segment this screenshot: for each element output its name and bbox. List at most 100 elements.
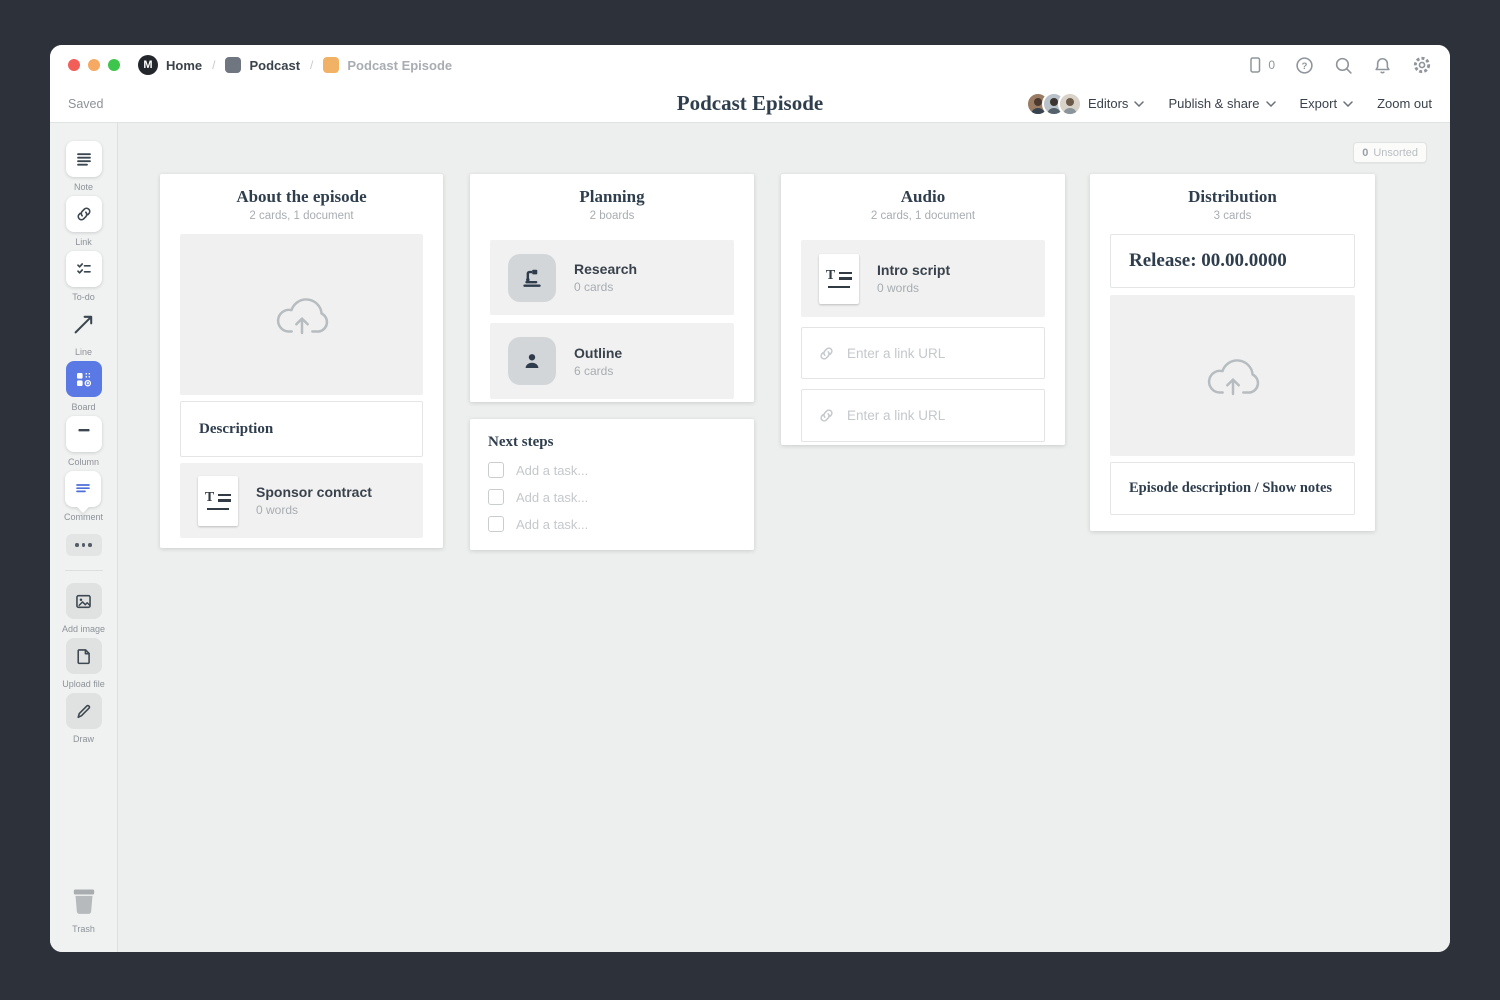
- editors-label: Editors: [1088, 96, 1128, 111]
- link-url-input[interactable]: [847, 408, 1028, 423]
- editors-menu[interactable]: Editors: [1026, 92, 1144, 116]
- unsorted-label: Unsorted: [1373, 147, 1418, 159]
- board-title: About the episode: [160, 187, 443, 207]
- tool-comment-label: Comment: [64, 512, 103, 522]
- tool-note[interactable]: Note: [66, 141, 102, 192]
- tool-todo[interactable]: To-do: [66, 251, 102, 302]
- gear-icon: [1412, 55, 1432, 75]
- breadcrumb-home[interactable]: M Home: [138, 55, 202, 75]
- publish-share-menu[interactable]: Publish & share: [1168, 96, 1275, 111]
- more-tools-button[interactable]: [66, 534, 102, 556]
- tool-column[interactable]: Column: [66, 416, 102, 467]
- tool-upload-file-label: Upload file: [62, 679, 105, 689]
- board-audio[interactable]: Audio 2 cards, 1 document T Intro script…: [781, 174, 1065, 445]
- zoom-out-label: Zoom out: [1377, 96, 1432, 111]
- cloud-upload-icon: [269, 290, 335, 340]
- chevron-down-icon: [1134, 101, 1144, 107]
- task-row[interactable]: Add a task...: [488, 489, 736, 505]
- task-checkbox[interactable]: [488, 489, 504, 505]
- image-upload-placeholder[interactable]: [1110, 295, 1355, 456]
- subboard-research[interactable]: Research 0 cards: [490, 240, 734, 315]
- board-title: Audio: [781, 187, 1065, 207]
- task-checkbox[interactable]: [488, 462, 504, 478]
- breadcrumb-home-label: Home: [166, 58, 202, 73]
- document-card-sponsor-contract[interactable]: T Sponsor contract 0 words: [180, 463, 423, 538]
- notifications-button[interactable]: [1373, 56, 1392, 75]
- tool-link[interactable]: Link: [66, 196, 102, 247]
- note-card-description[interactable]: Description: [180, 401, 423, 457]
- link-icon: [75, 205, 93, 223]
- task-row[interactable]: Add a task...: [488, 516, 736, 532]
- unsorted-badge[interactable]: 0 Unsorted: [1353, 142, 1427, 163]
- subboard-title: Research: [574, 261, 637, 277]
- breadcrumb-parent[interactable]: Podcast: [225, 57, 300, 73]
- tool-draw[interactable]: Draw: [66, 693, 102, 744]
- pencil-draw-icon: [74, 702, 93, 721]
- note-card-release-date[interactable]: Release: 00.00.0000: [1110, 234, 1355, 288]
- board-planning[interactable]: Planning 2 boards Research 0: [470, 174, 754, 402]
- tool-link-label: Link: [75, 237, 92, 247]
- mobile-icon: [1246, 56, 1264, 74]
- settings-button[interactable]: [1412, 55, 1432, 75]
- add-image-icon: [74, 592, 93, 611]
- chevron-down-icon: [1343, 101, 1353, 107]
- task-row[interactable]: Add a task...: [488, 462, 736, 478]
- minimize-window-button[interactable]: [88, 59, 100, 71]
- note-icon: [75, 150, 93, 168]
- todo-icon: [75, 260, 93, 278]
- task-placeholder[interactable]: Add a task...: [516, 490, 588, 505]
- arrow-line-icon: [72, 312, 96, 336]
- task-checkbox[interactable]: [488, 516, 504, 532]
- subboard-outline[interactable]: Outline 6 cards: [490, 323, 734, 399]
- editor-avatars: [1026, 92, 1082, 116]
- board-title: Distribution: [1090, 187, 1375, 207]
- trash-dropzone[interactable]: Trash: [67, 883, 101, 934]
- tool-board-selected[interactable]: Board: [66, 361, 102, 412]
- todo-card-next-steps[interactable]: Next steps Add a task... Add a task... A…: [470, 419, 754, 550]
- zoom-window-button[interactable]: [108, 59, 120, 71]
- tool-comment[interactable]: Comment: [64, 471, 103, 522]
- tool-line[interactable]: Line: [66, 306, 102, 357]
- board-gray-icon: [225, 57, 241, 73]
- subboard-meta: 6 cards: [574, 364, 622, 378]
- breadcrumb-separator: /: [212, 58, 215, 72]
- document-meta: 0 words: [256, 503, 372, 517]
- export-label: Export: [1300, 96, 1338, 111]
- help-button[interactable]: ?: [1295, 56, 1314, 75]
- breadcrumb-current-label: Podcast Episode: [347, 58, 452, 73]
- document-icon: T: [198, 476, 238, 526]
- link-url-input-row[interactable]: [801, 327, 1045, 379]
- note-card-show-notes[interactable]: Episode description / Show notes: [1110, 462, 1355, 515]
- image-upload-placeholder[interactable]: [180, 234, 423, 395]
- column-icon: [75, 425, 93, 443]
- tool-upload-file[interactable]: Upload file: [62, 638, 105, 689]
- task-placeholder[interactable]: Add a task...: [516, 517, 588, 532]
- document-meta: 0 words: [877, 281, 950, 295]
- document-title: Sponsor contract: [256, 484, 372, 500]
- bell-icon: [1373, 56, 1392, 75]
- close-window-button[interactable]: [68, 59, 80, 71]
- task-placeholder[interactable]: Add a task...: [516, 463, 588, 478]
- window-controls[interactable]: [68, 59, 120, 71]
- avatar: [1058, 92, 1082, 116]
- search-icon: [1334, 56, 1353, 75]
- link-url-input-row[interactable]: [801, 389, 1045, 442]
- subboard-title: Outline: [574, 345, 622, 361]
- search-button[interactable]: [1334, 56, 1353, 75]
- board-icon: [74, 370, 93, 389]
- board-canvas[interactable]: 0 Unsorted About the episode 2 cards, 1 …: [118, 123, 1450, 952]
- header: M Home / Podcast / Podcast Episode 0: [50, 45, 1450, 123]
- toolbar: Saved Podcast Episode Editors Publish & …: [50, 85, 1450, 122]
- tool-add-image[interactable]: Add image: [62, 583, 105, 634]
- board-subtitle: 3 cards: [1090, 210, 1375, 222]
- device-count: 0: [1268, 58, 1275, 72]
- export-menu[interactable]: Export: [1300, 96, 1354, 111]
- note-card-text: Episode description / Show notes: [1129, 480, 1332, 497]
- zoom-out-button[interactable]: Zoom out: [1377, 96, 1432, 111]
- board-distribution[interactable]: Distribution 3 cards Release: 00.00.0000…: [1090, 174, 1375, 531]
- document-card-intro-script[interactable]: T Intro script 0 words: [801, 240, 1045, 317]
- board-about-the-episode[interactable]: About the episode 2 cards, 1 document De…: [160, 174, 443, 548]
- link-url-input[interactable]: [847, 346, 1028, 361]
- mobile-device-button[interactable]: 0: [1246, 56, 1275, 74]
- breadcrumb-current[interactable]: Podcast Episode: [323, 57, 452, 73]
